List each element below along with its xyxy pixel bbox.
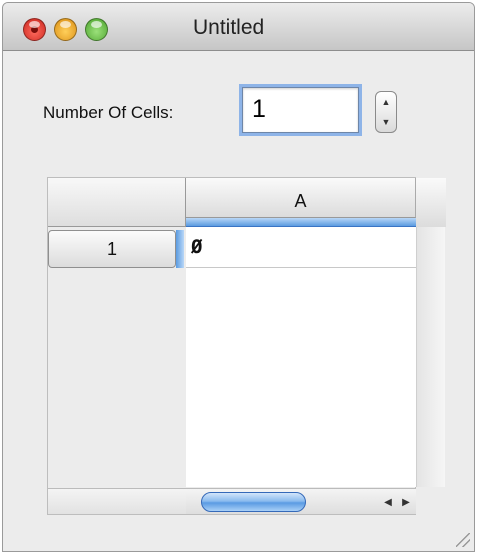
column-header-a[interactable]: A (186, 178, 416, 218)
row-selection-indicator (176, 230, 184, 268)
horizontal-scrollbar[interactable]: ◀ ▶ (186, 488, 416, 514)
cell-count-input[interactable]: 1 (242, 87, 359, 133)
header-filler (416, 178, 446, 227)
minimize-button[interactable] (54, 18, 77, 41)
scroll-corner (416, 488, 445, 514)
title-bar[interactable]: Untitled (3, 3, 474, 51)
cell-count-stepper[interactable]: ▲ ▼ (375, 91, 397, 133)
scroll-thumb[interactable] (201, 492, 306, 512)
resize-grip-icon[interactable] (456, 533, 470, 547)
row-header-1[interactable]: 1 (48, 230, 176, 268)
table-grid: Ø (186, 227, 416, 487)
zoom-button[interactable] (85, 18, 108, 41)
scroll-left-icon[interactable]: ◀ (379, 493, 397, 511)
spreadsheet-table: A 1 Ø ◀ ▶ (47, 177, 446, 515)
window-title: Untitled (193, 16, 265, 39)
column-selection-indicator (186, 218, 416, 227)
vertical-scrollbar[interactable] (416, 227, 445, 487)
stepper-up-icon[interactable]: ▲ (376, 92, 396, 112)
app-window: Untitled Number Of Cells: 1 ▲ ▼ A 1 Ø ◀ … (2, 2, 475, 552)
row-header-scroll-area (48, 488, 186, 514)
table-cell-a1[interactable]: Ø (186, 227, 416, 268)
close-button[interactable] (23, 18, 46, 41)
table-corner-header (48, 178, 186, 227)
cell-count-label: Number Of Cells: (43, 103, 174, 122)
stepper-down-icon[interactable]: ▼ (376, 112, 396, 132)
scroll-right-icon[interactable]: ▶ (397, 493, 415, 511)
